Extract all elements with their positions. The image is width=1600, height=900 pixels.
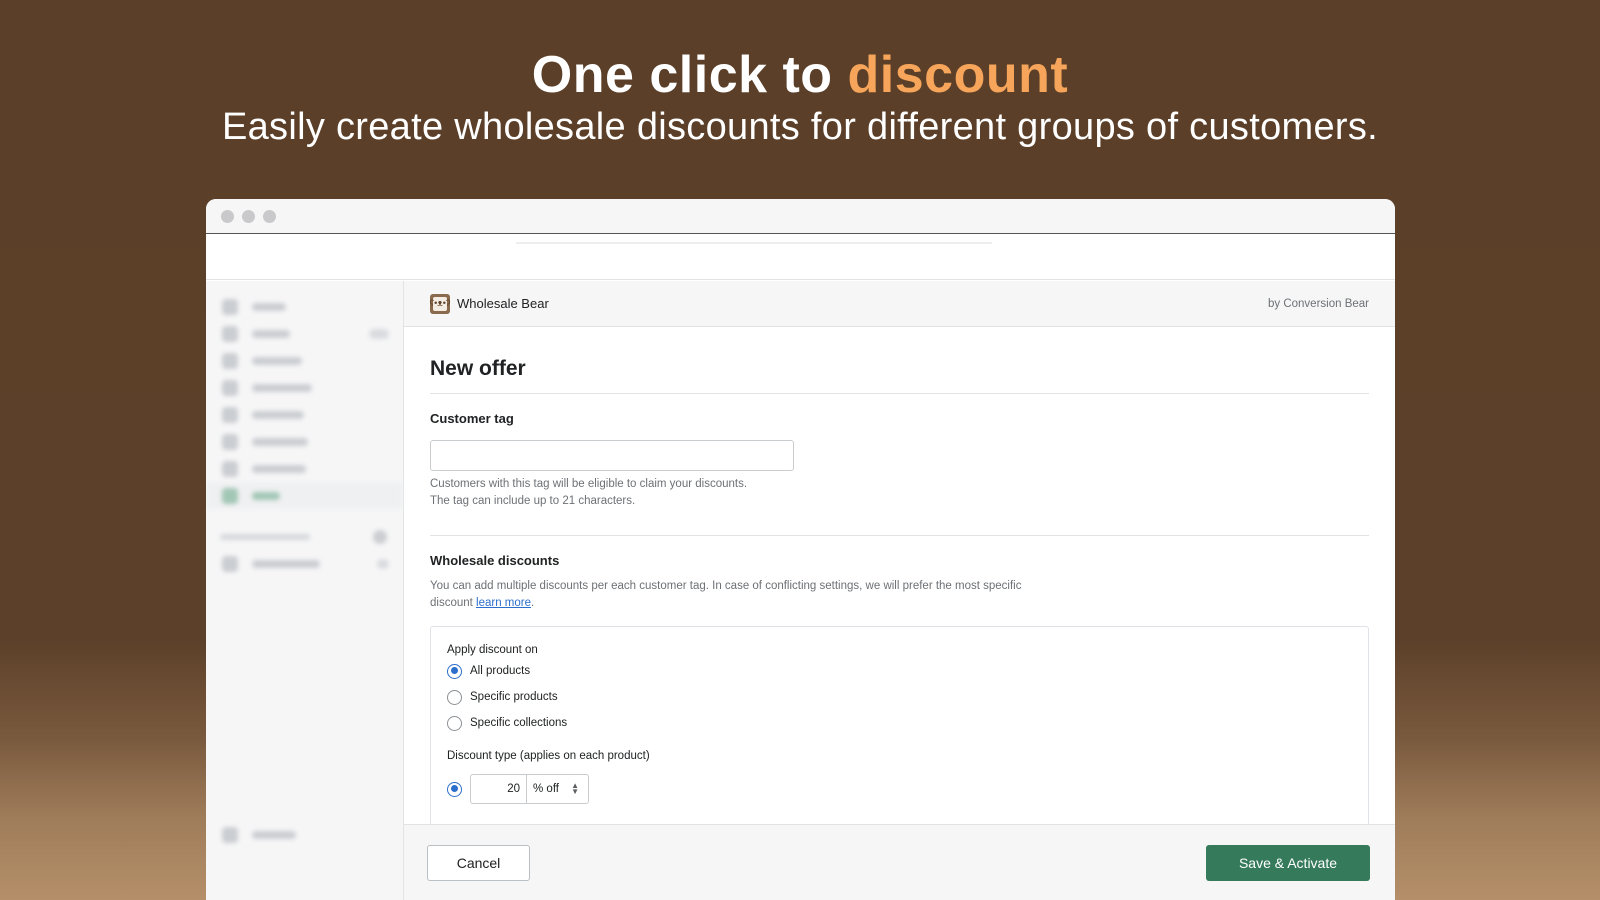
orders-icon xyxy=(222,325,238,342)
radio-label: All products xyxy=(470,665,531,677)
app-header: ʕ•ᴥ•ʔ Wholesale Bear by Conversion Bear xyxy=(404,281,1395,327)
window-maximize-dot[interactable] xyxy=(263,209,276,223)
sidebar-item-label xyxy=(252,302,286,311)
customer-tag-help: Customers with this tag will be eligible… xyxy=(430,476,1369,509)
app-name: Wholesale Bear xyxy=(457,296,549,311)
person-icon xyxy=(222,379,238,396)
chart-icon xyxy=(222,406,238,423)
discount-type-radio[interactable] xyxy=(447,781,462,797)
hero-title-prefix: One click to xyxy=(531,46,848,104)
admin-body: ʕ•ᴥ•ʔ Wholesale Bear by Conversion Bear … xyxy=(206,281,1395,900)
sidebar-item-online-store[interactable] xyxy=(206,550,403,577)
radio-label: Specific collections xyxy=(470,717,568,729)
sidebar-item-label xyxy=(252,491,280,500)
admin-search-bar[interactable] xyxy=(516,242,992,244)
sidebar-section-label xyxy=(220,533,310,540)
app-main: ʕ•ᴥ•ʔ Wholesale Bear by Conversion Bear … xyxy=(404,281,1395,900)
divider xyxy=(430,535,1369,536)
sidebar-item-orders[interactable] xyxy=(206,320,403,347)
sidebar-item-label xyxy=(252,830,296,839)
admin-topbar xyxy=(206,234,1395,280)
form-footer: Cancel Save & Activate xyxy=(404,824,1395,900)
home-icon xyxy=(222,298,238,315)
sidebar-item-settings[interactable] xyxy=(206,821,404,848)
divider xyxy=(430,393,1369,394)
gear-icon xyxy=(222,826,238,843)
apps-icon xyxy=(222,487,238,504)
orders-badge xyxy=(369,328,389,339)
app-by-line[interactable]: by Conversion Bear xyxy=(1268,298,1369,310)
window-titlebar xyxy=(206,199,1395,234)
window-close-dot[interactable] xyxy=(221,209,234,223)
sidebar-item-label xyxy=(252,464,306,473)
sidebar-item-products[interactable] xyxy=(206,347,403,374)
sidebar-section-sales-channels xyxy=(206,523,403,550)
discount-type-row: % off ▲▼ xyxy=(447,774,1352,804)
radio-specific-products[interactable]: Specific products xyxy=(447,688,1352,706)
wholesale-discounts-title: Wholesale discounts xyxy=(430,553,560,568)
radio-label: Specific products xyxy=(470,691,558,703)
browser-window: ʕ•ᴥ•ʔ Wholesale Bear by Conversion Bear … xyxy=(206,199,1395,900)
window-minimize-dot[interactable] xyxy=(242,209,255,223)
sidebar-item-discounts[interactable] xyxy=(206,455,403,482)
hero-title-accent: discount xyxy=(847,46,1069,104)
discount-card: Apply discount on All products Specific … xyxy=(430,626,1369,856)
sidebar-item-home[interactable] xyxy=(206,293,403,320)
sidebar-item-analytics[interactable] xyxy=(206,401,403,428)
cancel-button[interactable]: Cancel xyxy=(427,844,530,881)
radio-button[interactable] xyxy=(447,689,462,705)
customer-tag-label: Customer tag xyxy=(430,411,514,426)
sidebar-item-label xyxy=(252,329,290,338)
radio-button[interactable] xyxy=(447,715,462,731)
radio-button[interactable] xyxy=(447,663,462,679)
select-arrows-icon: ▲ ▼ xyxy=(571,781,579,796)
apply-discount-label: Apply discount on xyxy=(447,644,538,656)
sidebar-item-label xyxy=(252,437,308,446)
megaphone-icon xyxy=(222,433,238,450)
sidebar-item-marketing[interactable] xyxy=(206,428,403,455)
sidebar-item-label xyxy=(252,383,312,392)
customer-tag-input[interactable] xyxy=(430,440,794,471)
learn-more-link[interactable]: learn more xyxy=(476,597,531,609)
tag-icon xyxy=(222,352,238,369)
wholesale-discounts-help: You can add multiple discounts per each … xyxy=(430,578,1030,611)
discount-unit-select[interactable]: % off ▲ ▼ xyxy=(526,774,589,804)
hero-subtitle: Easily create wholesale discounts for di… xyxy=(221,106,1379,148)
customer-tag-help-line-1: Customers with this tag will be eligible… xyxy=(430,478,748,490)
sidebar-item-label xyxy=(252,559,320,568)
hero: One click to discount Easily create whol… xyxy=(0,44,1600,150)
hero-title: One click to discount xyxy=(0,44,1600,106)
sidebar-bottom xyxy=(206,821,404,848)
save-activate-button[interactable]: Save & Activate xyxy=(1206,844,1370,881)
page-title: New offer xyxy=(430,357,526,380)
add-channel-icon[interactable] xyxy=(373,529,387,544)
discount-value-input[interactable] xyxy=(470,774,526,804)
customer-tag-help-line-2: The tag can include up to 21 characters. xyxy=(430,494,636,507)
sidebar-item-apps[interactable] xyxy=(206,482,403,509)
bear-face-icon: ʕ•ᴥ•ʔ xyxy=(430,296,450,311)
view-store-icon[interactable] xyxy=(377,558,389,569)
radio-all-products[interactable]: All products xyxy=(447,662,1352,680)
discount-unit-value: % off xyxy=(533,783,559,795)
discount-icon xyxy=(222,460,238,477)
wholesale-help-end: . xyxy=(531,596,535,609)
sidebar-item-label xyxy=(252,410,304,419)
sidebar-item-customers[interactable] xyxy=(206,374,403,401)
store-icon xyxy=(222,555,238,572)
admin-sidebar xyxy=(206,281,404,900)
bear-logo-icon: ʕ•ᴥ•ʔ xyxy=(430,293,450,314)
radio-specific-collections[interactable]: Specific collections xyxy=(447,714,1352,732)
offer-form: New offer Customer tag Customers with th… xyxy=(404,355,1395,856)
sidebar-item-label xyxy=(252,356,302,365)
discount-type-label: Discount type (applies on each product) xyxy=(447,750,650,762)
